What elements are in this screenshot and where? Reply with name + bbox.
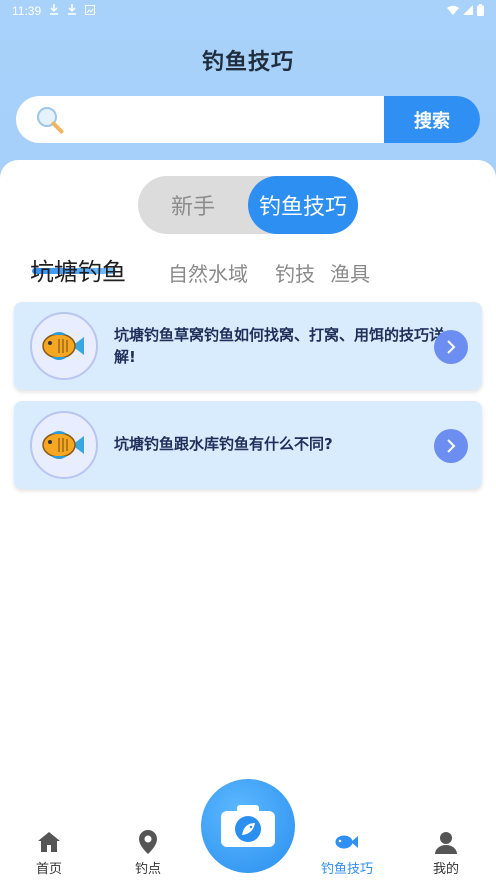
fish-avatar-icon (30, 312, 98, 380)
search-input[interactable] (72, 96, 384, 143)
category-tabs: 坑塘钓鱼 自然水域 钓技 渔具 (30, 254, 490, 294)
status-notifications (49, 4, 96, 18)
article-card[interactable]: 坑塘钓鱼跟水库钓鱼有什么不同? (14, 401, 482, 489)
chevron-right-icon[interactable] (434, 330, 468, 364)
camera-button[interactable] (201, 779, 295, 873)
search-button[interactable]: 搜索 (384, 96, 480, 143)
nav-fishing-tips[interactable]: 钓鱼技巧 (312, 830, 382, 880)
download-icon (49, 4, 59, 18)
toggle-fishing-tips[interactable]: 钓鱼技巧 (248, 176, 358, 234)
camera-icon (221, 805, 275, 847)
nav-label: 首页 (35, 862, 62, 877)
nav-label: 钓鱼技巧 (320, 862, 373, 877)
tab-pond-fishing[interactable]: 坑塘钓鱼 (30, 252, 126, 287)
nav-label: 我的 (432, 862, 459, 877)
signal-icon (463, 4, 473, 18)
location-pin-icon (113, 830, 183, 854)
fish-avatar-icon (30, 411, 98, 479)
tab-gear[interactable]: 渔具 (330, 258, 370, 287)
search-bar: 搜索 (16, 96, 480, 143)
battery-icon (477, 3, 484, 19)
home-icon (14, 830, 84, 854)
article-title: 坑塘钓鱼跟水库钓鱼有什么不同? (114, 435, 333, 453)
nav-profile[interactable]: 我的 (411, 830, 481, 880)
user-icon (411, 830, 481, 854)
page-title: 钓鱼技巧 (201, 50, 294, 75)
article-title: 坑塘钓鱼草窝钓鱼如何找窝、打窝、用饵的技巧详解! (114, 326, 445, 366)
main-content: 新手 钓鱼技巧 坑塘钓鱼 自然水域 钓技 渔具 坑塘钓鱼草窝钓鱼如何找窝、打窝、… (0, 160, 496, 820)
mode-toggle: 新手 钓鱼技巧 (138, 176, 358, 234)
tab-techniques[interactable]: 钓技 (275, 258, 315, 287)
nav-home[interactable]: 首页 (14, 830, 84, 880)
search-icon (28, 96, 72, 143)
wifi-icon (447, 5, 459, 18)
status-system (447, 3, 484, 19)
status-time: 11:39 (12, 4, 42, 18)
nav-spots[interactable]: 钓点 (113, 830, 183, 880)
status-bar: 11:39 (0, 0, 496, 22)
fish-icon (312, 830, 382, 854)
nav-label: 钓点 (134, 862, 161, 877)
article-card[interactable]: 坑塘钓鱼草窝钓鱼如何找窝、打窝、用饵的技巧详解! (14, 302, 482, 390)
toggle-beginner[interactable]: 新手 (138, 176, 248, 234)
image-icon (85, 4, 96, 18)
download-icon (67, 4, 77, 18)
chevron-right-icon[interactable] (434, 429, 468, 463)
tab-natural-water[interactable]: 自然水域 (168, 258, 248, 287)
